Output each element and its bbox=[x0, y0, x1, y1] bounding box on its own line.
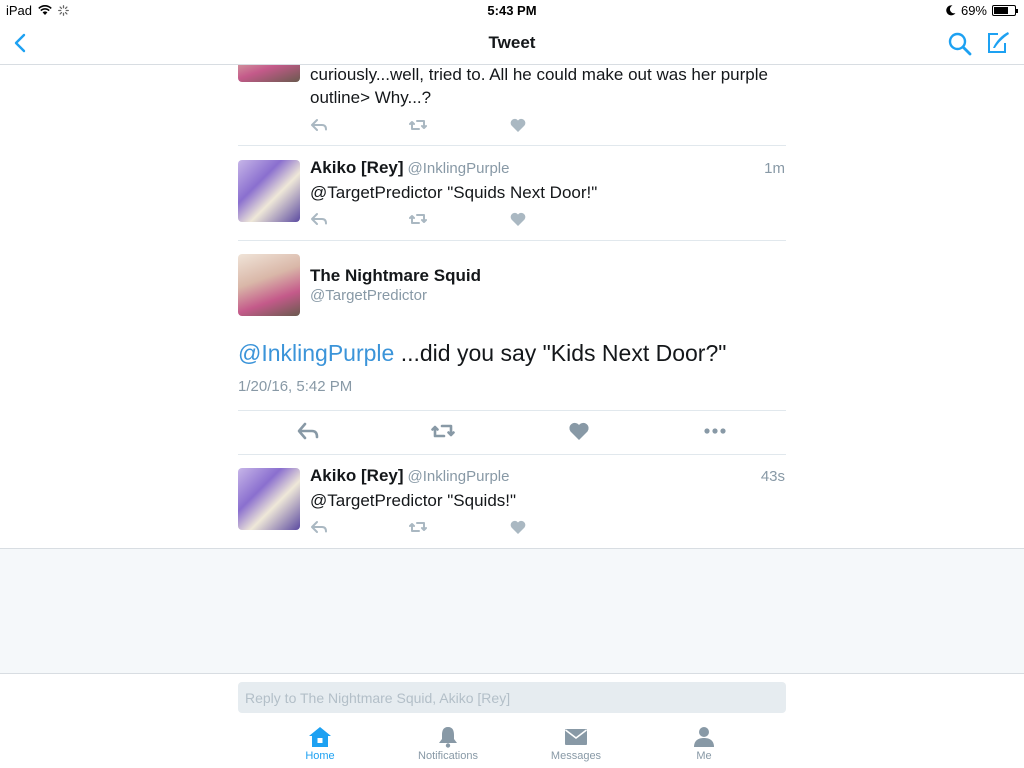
focus-author-name[interactable]: The Nightmare Squid bbox=[310, 266, 481, 286]
tab-label: Messages bbox=[550, 750, 602, 762]
compose-icon bbox=[988, 32, 1009, 53]
search-button[interactable] bbox=[947, 31, 973, 57]
author-name: Akiko [Rey] bbox=[310, 158, 404, 177]
nav-bar: Tweet bbox=[0, 22, 1024, 65]
like-icon[interactable] bbox=[509, 117, 527, 133]
tweet-actions bbox=[310, 117, 540, 135]
tweet-timestamp: 1m bbox=[764, 160, 785, 177]
status-right: 69% bbox=[946, 3, 1018, 18]
focus-author-handle[interactable]: @TargetPredictor bbox=[310, 287, 427, 304]
tweet-text: curiously...well, tried to. All he could… bbox=[310, 65, 768, 107]
author-name: Akiko [Rey] bbox=[310, 466, 404, 485]
tweet-author[interactable]: Akiko [Rey] @InklingPurple bbox=[310, 466, 509, 486]
reply-input[interactable] bbox=[238, 682, 786, 713]
focus-tweet-body: ...did you say "Kids Next Door?" bbox=[394, 340, 727, 366]
reply-icon[interactable] bbox=[310, 519, 328, 535]
author-handle: @InklingPurple bbox=[407, 160, 510, 177]
avatar[interactable] bbox=[238, 65, 300, 82]
tab-label: Notifications bbox=[418, 750, 478, 762]
more-icon[interactable] bbox=[703, 420, 727, 442]
search-icon bbox=[948, 32, 972, 56]
tab-me[interactable]: Me bbox=[659, 726, 749, 762]
tweet-thread: curiously...well, tried to. All he could… bbox=[0, 65, 1024, 549]
like-icon[interactable] bbox=[509, 211, 527, 227]
avatar[interactable] bbox=[238, 254, 300, 316]
focus-tweet-date: 1/20/16, 5:42 PM bbox=[238, 378, 353, 395]
retweet-icon[interactable] bbox=[409, 211, 427, 227]
tweet-timestamp: 43s bbox=[760, 468, 785, 485]
divider bbox=[238, 454, 786, 455]
home-icon bbox=[309, 727, 331, 747]
avatar[interactable] bbox=[238, 468, 300, 530]
author-handle: @InklingPurple bbox=[407, 468, 510, 485]
bell-icon bbox=[439, 727, 457, 748]
person-icon bbox=[694, 727, 714, 747]
status-bar: iPad 5:43 PM 69% bbox=[0, 0, 1024, 22]
tweet-text: @TargetPredictor "Squids Next Door!" bbox=[310, 183, 598, 202]
retweet-icon[interactable] bbox=[409, 519, 427, 535]
retweet-icon[interactable] bbox=[409, 117, 427, 133]
retweet-icon[interactable] bbox=[431, 420, 455, 442]
tweet-actions bbox=[310, 211, 540, 229]
divider bbox=[238, 145, 786, 146]
divider bbox=[238, 240, 786, 241]
tweet-actions bbox=[310, 519, 540, 537]
battery-icon bbox=[992, 5, 1018, 16]
battery-percent: 69% bbox=[960, 3, 987, 18]
tab-home[interactable]: Home bbox=[275, 726, 365, 762]
avatar[interactable] bbox=[238, 160, 300, 222]
reply-icon[interactable] bbox=[310, 117, 328, 133]
focus-tweet-actions bbox=[238, 410, 786, 454]
tweet-text: @TargetPredictor "Squids!" bbox=[310, 491, 517, 510]
battery-fill bbox=[994, 7, 1008, 14]
envelope-icon bbox=[565, 729, 587, 745]
compose-button[interactable] bbox=[985, 30, 1011, 56]
status-time: 5:43 PM bbox=[487, 3, 537, 18]
tab-messages[interactable]: Messages bbox=[531, 726, 621, 762]
bottom-area: Home Notifications Messages Me bbox=[0, 673, 1024, 768]
tab-label: Home bbox=[305, 750, 335, 762]
reply-icon[interactable] bbox=[310, 211, 328, 227]
like-icon[interactable] bbox=[567, 420, 591, 442]
like-icon[interactable] bbox=[509, 519, 527, 535]
empty-background bbox=[0, 549, 1024, 673]
tab-notifications[interactable]: Notifications bbox=[403, 726, 493, 762]
focus-tweet-text: @InklingPurple ...did you say "Kids Next… bbox=[238, 340, 726, 367]
reply-icon[interactable] bbox=[296, 420, 320, 442]
tab-label: Me bbox=[696, 750, 712, 762]
page-title: Tweet bbox=[488, 33, 536, 52]
mention-link[interactable]: @InklingPurple bbox=[238, 340, 394, 366]
moon-icon bbox=[946, 5, 956, 16]
tweet-author[interactable]: Akiko [Rey] @InklingPurple bbox=[310, 158, 509, 178]
